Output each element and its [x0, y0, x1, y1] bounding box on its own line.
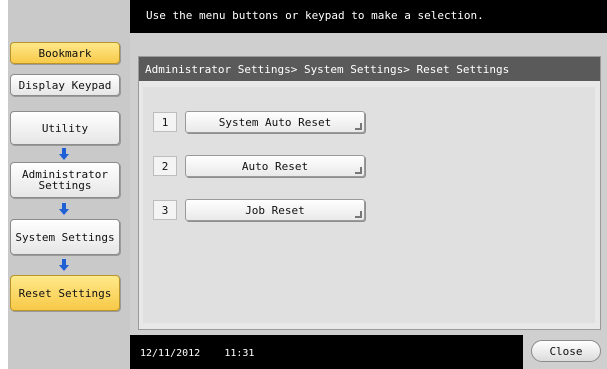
reset-settings-button[interactable]: Reset Settings: [10, 275, 120, 311]
utility-button[interactable]: Utility: [10, 111, 120, 145]
auto-reset-button[interactable]: Auto Reset: [185, 155, 365, 177]
close-button[interactable]: Close: [531, 340, 601, 362]
breadcrumb: Administrator Settings> System Settings>…: [139, 57, 600, 81]
time-text: 11:31: [224, 348, 254, 359]
option-label: Job Reset: [245, 204, 305, 217]
close-button-area: Close: [523, 335, 607, 369]
system-settings-button[interactable]: System Settings: [10, 219, 120, 255]
administrator-settings-label-line2: Settings: [39, 180, 92, 191]
bookmark-button[interactable]: Bookmark: [10, 42, 120, 64]
option-number: 1: [153, 112, 177, 132]
administrator-settings-button[interactable]: Administrator Settings: [10, 162, 120, 198]
option-label: Auto Reset: [242, 160, 308, 173]
down-arrow-icon: [58, 203, 70, 215]
settings-panel: Administrator Settings> System Settings>…: [138, 56, 601, 330]
corner-indicator-icon: [355, 123, 362, 130]
breadcrumb-text: Administrator Settings> System Settings>…: [145, 63, 509, 76]
option-label: System Auto Reset: [219, 116, 332, 129]
job-reset-button[interactable]: Job Reset: [185, 199, 365, 221]
down-arrow-icon: [58, 148, 70, 160]
corner-indicator-icon: [355, 167, 362, 174]
datetime: 12/11/2012 11:31: [140, 348, 254, 359]
option-row: 2 Auto Reset: [153, 155, 365, 177]
option-row: 3 Job Reset: [153, 199, 365, 221]
down-arrow-icon: [58, 259, 70, 271]
date-text: 12/11/2012: [140, 348, 200, 359]
corner-indicator-icon: [355, 211, 362, 218]
display-keypad-button[interactable]: Display Keypad: [10, 74, 120, 96]
options-list: 1 System Auto Reset 2 Auto Reset 3 Job R…: [143, 87, 595, 323]
instruction-bar: Use the menu buttons or keypad to make a…: [130, 0, 607, 33]
option-number: 3: [153, 200, 177, 220]
option-row: 1 System Auto Reset: [153, 111, 365, 133]
status-bar: 12/11/2012 11:31 Close: [130, 335, 607, 369]
instruction-text: Use the menu buttons or keypad to make a…: [146, 9, 484, 22]
system-auto-reset-button[interactable]: System Auto Reset: [185, 111, 365, 133]
option-number: 2: [153, 156, 177, 176]
